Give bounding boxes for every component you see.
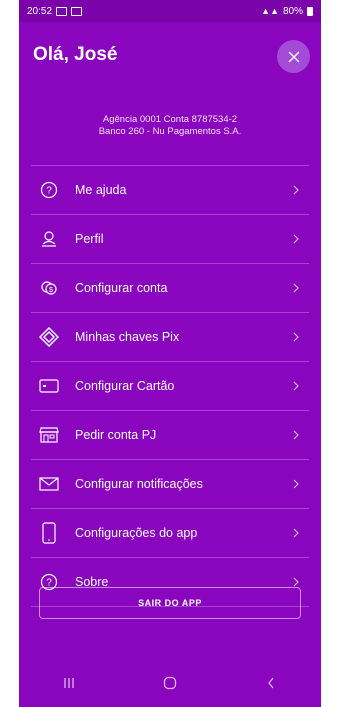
account-info: Agência 0001 Conta 8787534-2 Banco 260 -… — [19, 114, 321, 138]
account-number: Agência 0001 Conta 8787534-2 — [102, 114, 238, 125]
app-screen: 20:52 ▲▲ 80% Olá, José Agência 0001 Cont… — [19, 0, 321, 707]
menu-item-me-ajuda[interactable]: ? Me ajuda — [31, 166, 309, 215]
menu-list: ? Me ajuda Perfil $ Configurar conta Min… — [31, 165, 309, 607]
chevron-right-icon — [289, 283, 303, 293]
menu-item-chaves-pix[interactable]: Minhas chaves Pix — [31, 313, 309, 362]
chevron-right-icon — [289, 528, 303, 538]
menu-item-label: Configurar Cartão — [75, 379, 175, 393]
profile-icon — [37, 227, 61, 251]
help-circle-icon: ? — [37, 178, 61, 202]
menu-item-configurar-cartao[interactable]: Configurar Cartão — [31, 362, 309, 411]
coin-icon: $ — [37, 276, 61, 300]
battery-icon — [307, 6, 313, 16]
signal-icon: ▲▲ — [261, 6, 279, 16]
chevron-right-icon — [289, 577, 303, 587]
menu-item-configuracoes-app[interactable]: Configurações do app — [31, 509, 309, 558]
system-nav-bar — [19, 659, 321, 707]
status-bar: 20:52 ▲▲ 80% — [19, 0, 321, 22]
menu-item-label: Perfil — [75, 232, 104, 246]
envelope-icon — [37, 472, 61, 496]
back-button[interactable] — [251, 668, 291, 698]
recent-apps-button[interactable] — [49, 668, 89, 698]
cast-icon — [56, 6, 68, 16]
greeting-title: Olá, José — [33, 44, 118, 65]
card-icon — [37, 374, 61, 398]
pix-icon — [37, 325, 61, 349]
menu-item-configurar-notificacoes[interactable]: Configurar notificações — [31, 460, 309, 509]
chevron-right-icon — [289, 381, 303, 391]
svg-text:$: $ — [49, 287, 53, 294]
home-icon — [163, 676, 177, 690]
menu-item-label: Configurar notificações — [75, 477, 203, 491]
menu-item-label: Pedir conta PJ — [75, 428, 157, 442]
logout-button[interactable]: SAIR DO APP — [39, 587, 301, 619]
battery-level: 80% — [282, 5, 303, 17]
phone-icon — [37, 521, 61, 545]
chevron-right-icon — [289, 185, 303, 195]
recent-apps-icon — [64, 678, 74, 688]
chevron-right-icon — [289, 332, 303, 342]
menu-item-label: Configurar conta — [75, 281, 168, 295]
chevron-right-icon — [289, 479, 303, 489]
notification-icon — [71, 6, 83, 16]
bank-name: Banco 260 - Nu Pagamentos S.A. — [98, 126, 242, 137]
store-icon — [37, 423, 61, 447]
status-time: 20:52 — [27, 5, 53, 17]
close-button[interactable] — [277, 40, 310, 73]
menu-item-pedir-conta-pj[interactable]: Pedir conta PJ — [31, 411, 309, 460]
svg-text:?: ? — [46, 186, 52, 197]
back-icon — [267, 677, 274, 689]
menu-item-configurar-conta[interactable]: $ Configurar conta — [31, 264, 309, 313]
close-icon — [288, 51, 299, 62]
chevron-right-icon — [289, 430, 303, 440]
menu-item-label: Minhas chaves Pix — [75, 330, 180, 344]
menu-item-perfil[interactable]: Perfil — [31, 215, 309, 264]
chevron-right-icon — [289, 234, 303, 244]
home-button[interactable] — [150, 668, 190, 698]
menu-item-label: Configurações do app — [75, 526, 198, 540]
menu-item-label: Me ajuda — [75, 183, 127, 197]
